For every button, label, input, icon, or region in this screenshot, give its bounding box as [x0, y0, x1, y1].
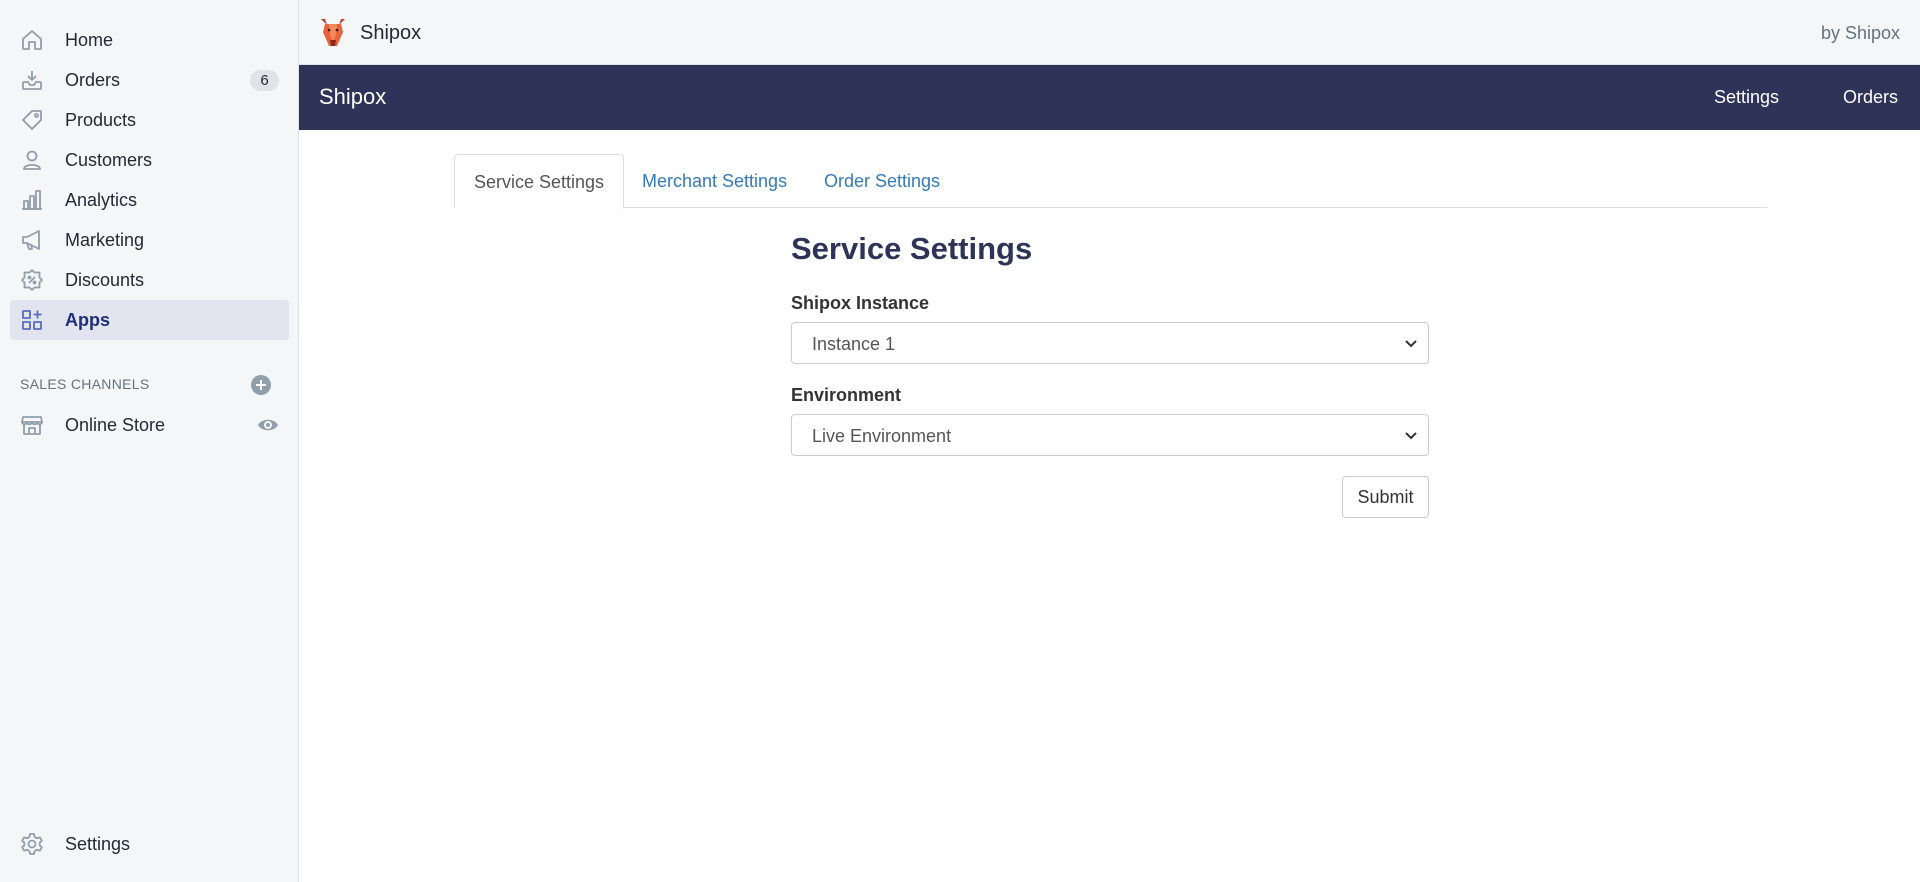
- environment-select-value: Live Environment: [812, 426, 952, 446]
- sidebar-item-online-store[interactable]: Online Store: [10, 405, 289, 445]
- apps-icon: [20, 308, 44, 332]
- instance-label: Shipox Instance: [791, 293, 930, 313]
- sidebar-item-label: Orders: [65, 70, 121, 90]
- sidebar-item-discounts[interactable]: Discounts: [10, 260, 289, 300]
- app-developer-label[interactable]: by Shipox: [1821, 22, 1900, 44]
- submit-button[interactable]: Submit: [1342, 476, 1429, 518]
- megaphone-icon: [20, 228, 44, 252]
- sidebar-item-products[interactable]: Products: [10, 100, 289, 140]
- sidebar-item-label: Home: [65, 30, 114, 50]
- sidebar-item-customers[interactable]: Customers: [10, 140, 289, 180]
- nav-link-settings[interactable]: Settings: [1714, 86, 1779, 108]
- page-title: Service Settings: [791, 231, 1033, 266]
- sales-channels-heading: SALES CHANNELS: [20, 376, 150, 392]
- bar-chart-icon: [20, 188, 44, 212]
- gear-icon: [20, 832, 44, 856]
- orders-icon: [20, 68, 44, 92]
- sidebar-item-label: Discounts: [65, 270, 145, 290]
- chevron-down-icon: [1405, 340, 1417, 348]
- sidebar-item-analytics[interactable]: Analytics: [10, 180, 289, 220]
- environment-select[interactable]: Live Environment: [791, 414, 1429, 456]
- app-navbar: Shipox Settings Orders: [299, 65, 1920, 130]
- settings-tabs: Service Settings Merchant Settings Order…: [454, 154, 1767, 209]
- chevron-down-icon: [1405, 432, 1417, 440]
- sidebar: Home Orders 6 Products Customers Analyti…: [0, 0, 299, 882]
- instance-select[interactable]: Instance 1: [791, 322, 1429, 364]
- sidebar-item-settings[interactable]: Settings: [10, 824, 289, 864]
- discount-icon: [20, 268, 44, 292]
- person-icon: [20, 148, 44, 172]
- sidebar-item-label: Marketing: [65, 230, 145, 250]
- sidebar-item-home[interactable]: Home: [10, 20, 289, 60]
- tab-order-settings[interactable]: Order Settings: [805, 154, 959, 208]
- app-topbar: Shipox by Shipox: [299, 0, 1920, 65]
- sidebar-item-label: Settings: [65, 834, 131, 854]
- tab-service-settings[interactable]: Service Settings: [454, 154, 625, 209]
- add-sales-channel-icon[interactable]: [250, 374, 272, 396]
- sidebar-item-orders[interactable]: Orders 6: [10, 60, 289, 100]
- app-brand[interactable]: Shipox: [319, 84, 386, 110]
- environment-label: Environment: [791, 385, 902, 405]
- app-title: Shipox: [360, 22, 422, 44]
- sidebar-item-label: Analytics: [65, 190, 138, 210]
- sidebar-item-label: Customers: [65, 150, 153, 170]
- orders-count-badge: 6: [250, 70, 279, 91]
- tag-icon: [20, 108, 44, 132]
- store-icon: [20, 413, 44, 437]
- view-store-eye-icon[interactable]: [257, 414, 279, 436]
- sidebar-item-label: Products: [65, 110, 137, 130]
- instance-select-value: Instance 1: [812, 334, 896, 354]
- sidebar-item-marketing[interactable]: Marketing: [10, 220, 289, 260]
- tab-merchant-settings[interactable]: Merchant Settings: [623, 154, 806, 208]
- sidebar-item-label: Online Store: [65, 415, 166, 435]
- shipox-logo-icon: [319, 16, 347, 48]
- home-icon: [20, 28, 44, 52]
- sidebar-item-apps[interactable]: Apps: [10, 300, 289, 340]
- nav-link-orders[interactable]: Orders: [1843, 86, 1898, 108]
- sidebar-item-label: Apps: [65, 310, 110, 330]
